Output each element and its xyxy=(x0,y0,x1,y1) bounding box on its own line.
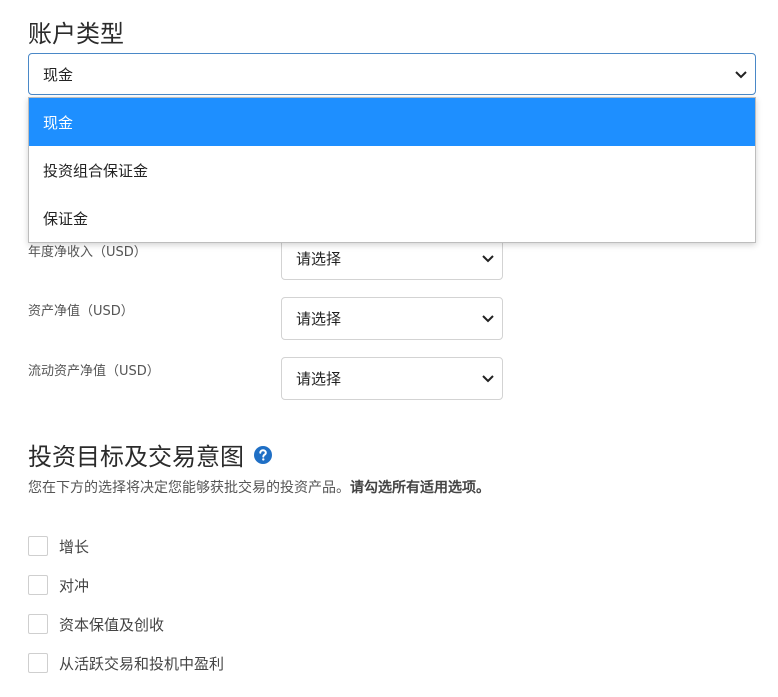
dropdown-option-margin[interactable]: 保证金 xyxy=(29,194,755,242)
dropdown-option-cash[interactable]: 现金 xyxy=(29,98,755,146)
annual-net-income-label: 年度净收入（USD） xyxy=(28,245,147,260)
checkbox-label: 从活跃交易和投机中盈利 xyxy=(59,654,225,673)
account-type-title: 账户类型 xyxy=(28,20,124,48)
liquid-net-worth-value: 请选择 xyxy=(296,370,342,388)
checkbox[interactable] xyxy=(28,575,48,595)
objective-option-active-trading[interactable]: 从活跃交易和投机中盈利 xyxy=(28,652,224,674)
account-type-selected-value: 现金 xyxy=(43,65,74,84)
liquid-net-worth-select[interactable]: 请选择 xyxy=(281,357,503,400)
objective-option-hedging[interactable]: 对冲 xyxy=(28,574,89,596)
description-text: 您在下方的选择将决定您能够获批交易的投资产品。 xyxy=(28,480,350,496)
net-worth-select[interactable]: 请选择 xyxy=(281,297,503,340)
chevron-down-icon xyxy=(482,255,494,263)
chevron-down-icon xyxy=(482,375,494,383)
account-form-page: 账户类型 现金 现金 投资组合保证金 保证金 年度净收入（USD） 请选择 资产… xyxy=(0,0,778,697)
description-emphasis: 请勾选所有适用选项。 xyxy=(350,480,490,496)
checkbox-label: 对冲 xyxy=(59,576,90,595)
checkbox[interactable] xyxy=(28,536,48,556)
net-worth-value: 请选择 xyxy=(296,310,342,328)
chevron-down-icon xyxy=(482,315,494,323)
objective-option-preservation-income[interactable]: 资本保值及创收 xyxy=(28,613,164,635)
question-circle-icon[interactable] xyxy=(254,445,272,464)
investment-objectives-title-text: 投资目标及交易意图 xyxy=(28,443,244,471)
annual-net-income-select[interactable]: 请选择 xyxy=(281,237,503,280)
chevron-down-icon xyxy=(735,71,747,79)
net-worth-label: 资产净值（USD） xyxy=(28,304,134,319)
liquid-net-worth-label: 流动资产净值（USD） xyxy=(28,364,160,379)
account-type-select[interactable]: 现金 xyxy=(28,53,756,95)
checkbox[interactable] xyxy=(28,614,48,634)
objective-option-growth[interactable]: 增长 xyxy=(28,535,89,557)
checkbox[interactable] xyxy=(28,653,48,673)
investment-objectives-description: 您在下方的选择将决定您能够获批交易的投资产品。请勾选所有适用选项。 xyxy=(28,477,490,497)
dropdown-option-portfolio-margin[interactable]: 投资组合保证金 xyxy=(29,146,755,194)
account-type-dropdown: 现金 投资组合保证金 保证金 xyxy=(28,97,756,243)
investment-objectives-title: 投资目标及交易意图 xyxy=(28,437,272,472)
checkbox-label: 增长 xyxy=(59,537,90,556)
checkbox-label: 资本保值及创收 xyxy=(59,615,165,634)
annual-net-income-value: 请选择 xyxy=(296,250,342,268)
